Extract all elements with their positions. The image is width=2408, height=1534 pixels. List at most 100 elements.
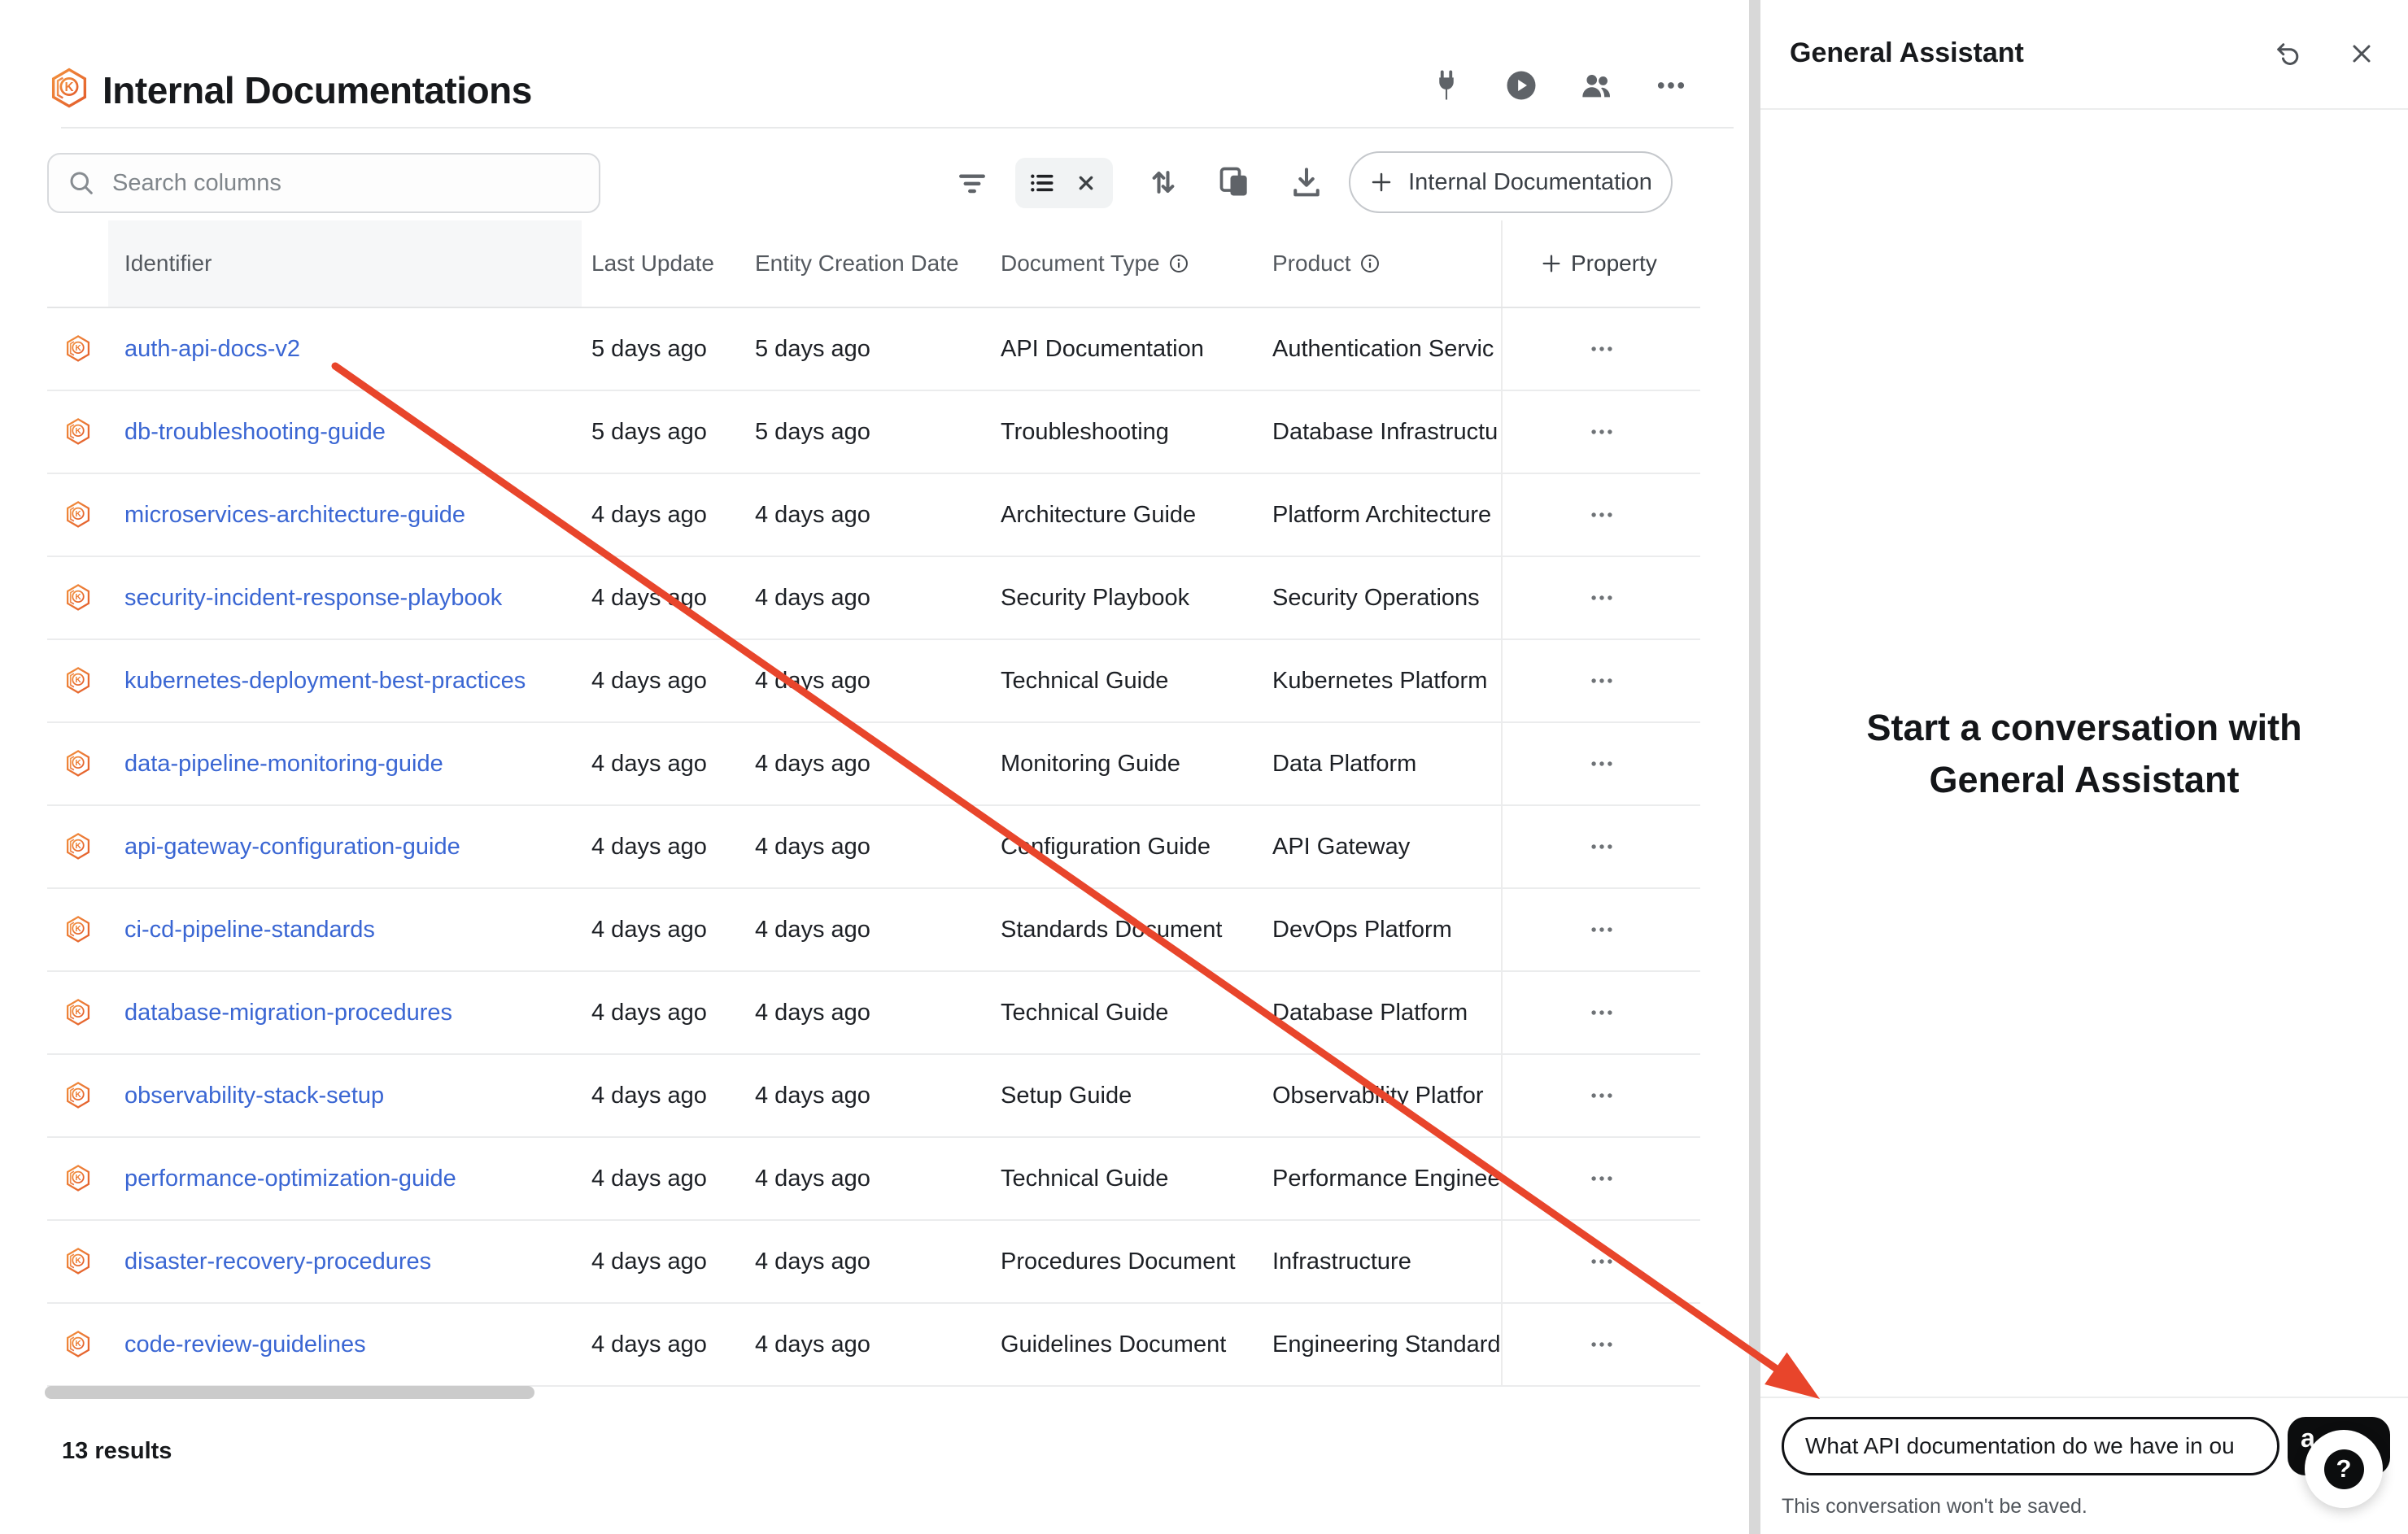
row-last-update: 4 days ago [582,751,748,778]
more-menu-icon[interactable] [1652,67,1690,104]
clear-view-icon[interactable] [1070,167,1102,199]
download-icon[interactable] [1287,163,1326,202]
plus-icon [1540,252,1563,275]
table-row: code-review-guidelines 4 days ago 4 days… [47,1304,1700,1387]
row-last-update: 5 days ago [582,336,748,363]
table-row: observability-stack-setup 4 days ago 4 d… [47,1055,1700,1138]
add-internal-documentation-button[interactable]: Internal Documentation [1349,151,1673,213]
play-circle-icon[interactable] [1503,67,1540,104]
column-header-document-type[interactable]: Document Type [992,220,1258,307]
object-table: Identifier Last Update Entity Creation D… [47,220,1700,1387]
row-document-type: API Documentation [992,336,1258,363]
more-horizontal-icon [1588,335,1616,363]
horizontal-scrollbar[interactable] [45,1386,534,1399]
row-last-update: 4 days ago [582,1166,748,1192]
row-actions-button[interactable] [1577,830,1626,863]
row-identifier-link[interactable]: auth-api-docs-v2 [108,336,582,363]
row-actions-button[interactable] [1577,1328,1626,1361]
row-last-update: 4 days ago [582,1331,748,1358]
row-document-type: Standards Document [992,917,1258,943]
assistant-panel: General Assistant Start a conversation w… [1760,0,2408,1534]
object-icon [63,416,93,447]
panel-divider[interactable] [1749,0,1760,1534]
empty-state-message: Start a conversation with General Assist… [1760,702,2408,806]
search-input[interactable] [47,153,600,213]
row-identifier-link[interactable]: kubernetes-deployment-best-practices [108,668,582,695]
sort-icon[interactable] [1144,163,1183,202]
column-header-identifier[interactable]: Identifier [108,220,582,307]
row-actions-button[interactable] [1577,996,1626,1029]
row-identifier-link[interactable]: api-gateway-configuration-guide [108,834,582,861]
header-divider [61,127,1734,129]
copy-icon[interactable] [1215,163,1254,202]
row-actions-button[interactable] [1577,665,1626,697]
more-horizontal-icon [1588,1248,1616,1275]
assistant-chat-input[interactable] [1782,1417,2279,1475]
add-property-button[interactable]: Property [1501,220,1700,307]
more-horizontal-icon [1588,1165,1616,1192]
table-row: data-pipeline-monitoring-guide 4 days ag… [47,723,1700,806]
more-horizontal-icon [1588,1082,1616,1109]
more-horizontal-icon [1588,1331,1616,1358]
search-box [47,153,600,213]
row-document-type: Security Playbook [992,585,1258,612]
row-actions-button[interactable] [1577,913,1626,946]
row-document-type: Procedures Document [992,1249,1258,1275]
more-horizontal-icon [1588,999,1616,1026]
row-actions-button[interactable] [1577,747,1626,780]
row-last-update: 4 days ago [582,502,748,529]
reset-conversation-icon[interactable] [2270,36,2305,72]
row-entity-creation-date: 4 days ago [748,1331,992,1358]
row-actions-button[interactable] [1577,499,1626,531]
object-icon [63,748,93,779]
column-header-entity-creation-date[interactable]: Entity Creation Date [748,220,992,307]
close-panel-icon[interactable] [2344,36,2380,72]
table-row: microservices-architecture-guide 4 days … [47,474,1700,557]
row-identifier-link[interactable]: observability-stack-setup [108,1083,582,1109]
people-icon[interactable] [1577,67,1615,104]
row-identifier-link[interactable]: performance-optimization-guide [108,1166,582,1192]
row-identifier-link[interactable]: disaster-recovery-procedures [108,1249,582,1275]
row-product: API Gateway [1258,834,1501,861]
plug-icon[interactable] [1428,67,1465,104]
row-identifier-link[interactable]: ci-cd-pipeline-standards [108,917,582,943]
view-toggle[interactable] [1015,158,1113,208]
row-document-type: Technical Guide [992,1166,1258,1192]
filter-icon[interactable] [953,163,992,202]
row-identifier-link[interactable]: code-review-guidelines [108,1331,582,1358]
object-icon [63,333,93,364]
row-document-type: Troubleshooting [992,419,1258,446]
object-icon [63,1246,93,1277]
row-entity-creation-date: 4 days ago [748,1000,992,1026]
list-view-icon [1026,167,1058,199]
row-identifier-link[interactable]: db-troubleshooting-guide [108,419,582,446]
table-row: api-gateway-configuration-guide 4 days a… [47,806,1700,889]
row-identifier-link[interactable]: database-migration-procedures [108,1000,582,1026]
info-icon[interactable] [1168,253,1189,274]
row-actions-button[interactable] [1577,582,1626,614]
row-last-update: 4 days ago [582,1000,748,1026]
row-document-type: Technical Guide [992,1000,1258,1026]
row-identifier-link[interactable]: security-incident-response-playbook [108,585,582,612]
row-actions-button[interactable] [1577,1079,1626,1112]
row-actions-button[interactable] [1577,416,1626,448]
row-actions-button[interactable] [1577,333,1626,365]
table-row: ci-cd-pipeline-standards 4 days ago 4 da… [47,889,1700,972]
column-header-product[interactable]: Product [1258,220,1501,307]
info-icon[interactable] [1359,253,1381,274]
app-logo-icon [47,65,91,112]
row-actions-button[interactable] [1577,1162,1626,1195]
help-fab[interactable]: ? [2305,1430,2383,1508]
column-header-last-update[interactable]: Last Update [582,220,748,307]
row-product: Platform Architecture [1258,502,1501,529]
footer-divider [1760,1397,2408,1398]
row-actions-button[interactable] [1577,1245,1626,1278]
more-horizontal-icon [1588,916,1616,943]
row-product: DevOps Platform [1258,917,1501,943]
more-horizontal-icon [1588,418,1616,446]
row-last-update: 4 days ago [582,1249,748,1275]
search-icon [67,168,96,198]
more-horizontal-icon [1588,750,1616,778]
row-identifier-link[interactable]: microservices-architecture-guide [108,502,582,529]
row-identifier-link[interactable]: data-pipeline-monitoring-guide [108,751,582,778]
